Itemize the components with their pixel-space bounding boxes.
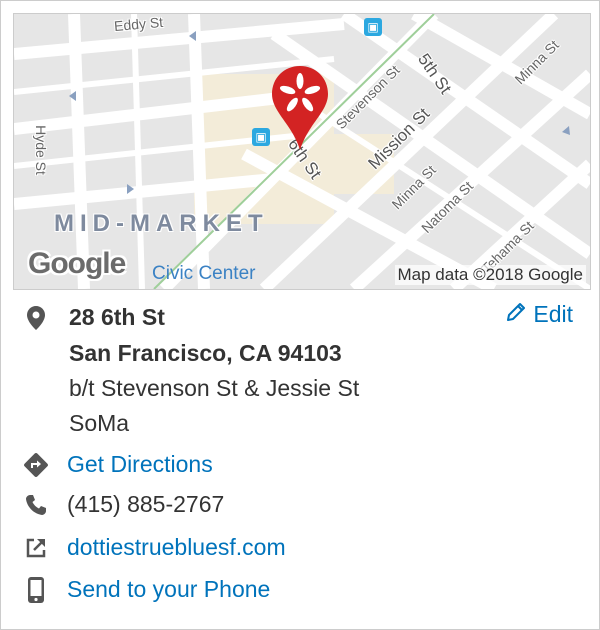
business-info-card: Eddy St Hyde St Stevenson St 5th St 6th … (0, 0, 600, 630)
phone-number: (415) 885-2767 (67, 491, 225, 517)
google-logo: Google (28, 247, 126, 280)
address-row (23, 304, 67, 331)
send-to-phone-row[interactable]: Send to your Phone (23, 576, 270, 603)
tram-icon: ▣ (252, 128, 270, 146)
tram-icon: ▣ (364, 18, 382, 36)
get-directions-link[interactable]: Get Directions (67, 451, 213, 478)
map-marker-icon (23, 305, 49, 331)
address-cross-streets: b/t Stevenson St & Jessie St (69, 375, 360, 401)
street-label: Hyde St (32, 125, 49, 175)
external-link-icon (23, 535, 49, 561)
neighborhood-label: MID-MARKET (54, 210, 269, 237)
mobile-phone-icon (23, 577, 49, 603)
website-link[interactable]: dottiestruebluesf.com (67, 534, 286, 561)
website-row[interactable]: dottiestruebluesf.com (23, 534, 286, 561)
address-city: San Francisco, CA 94103 (69, 340, 342, 366)
map-attribution[interactable]: Map data ©2018 Google (394, 265, 586, 285)
directions-icon (23, 452, 49, 478)
directions-row[interactable]: Get Directions (23, 451, 213, 478)
send-to-phone-link[interactable]: Send to your Phone (67, 576, 270, 603)
location-map[interactable]: Eddy St Hyde St Stevenson St 5th St 6th … (13, 13, 591, 290)
address-neighborhood: SoMa (69, 410, 130, 436)
edit-button[interactable]: Edit (505, 301, 573, 328)
address-street: 28 6th St (69, 304, 165, 330)
phone-row: (415) 885-2767 (23, 491, 224, 518)
map-place-label: Civic Center (152, 263, 256, 284)
pencil-icon (505, 301, 527, 328)
phone-icon (23, 492, 49, 518)
edit-link[interactable]: Edit (533, 301, 573, 328)
